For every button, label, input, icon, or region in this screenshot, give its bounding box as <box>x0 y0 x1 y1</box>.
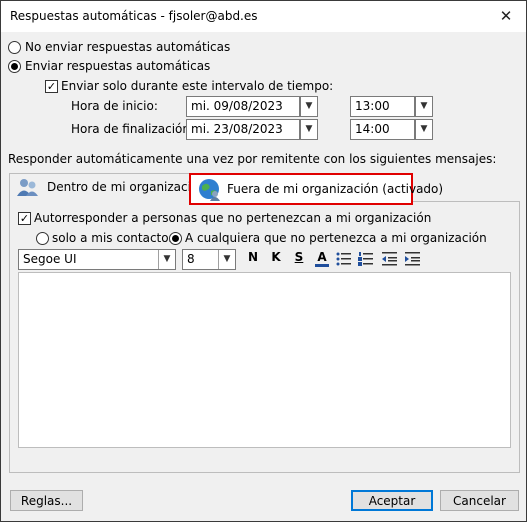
contacts-only-radio[interactable] <box>36 232 49 245</box>
increase-indent-icon[interactable] <box>404 251 421 267</box>
chevron-down-icon: ▼ <box>158 250 175 269</box>
title-bar: Respuestas automáticas - fjsoler@abd.es … <box>1 1 526 32</box>
bullet-list-icon[interactable] <box>336 251 352 267</box>
start-time-field[interactable]: 13:00 <box>350 96 415 117</box>
start-time-label: Hora de inicio: <box>71 99 158 113</box>
dialog-window: Respuestas automáticas - fjsoler@abd.es … <box>0 0 527 522</box>
italic-button[interactable]: K <box>270 250 282 264</box>
send-label[interactable]: Enviar respuestas automáticas <box>25 59 210 73</box>
section-label: Responder automáticamente una vez por re… <box>8 152 497 166</box>
start-date-dropdown[interactable]: ▼ <box>300 96 318 117</box>
interval-checkbox[interactable]: ✓ <box>45 80 58 93</box>
font-family-value: Segoe UI <box>23 252 77 266</box>
end-date-dropdown[interactable]: ▼ <box>300 119 318 140</box>
tab-inside-label: Dentro de mi organización <box>47 180 206 194</box>
tab-outside-label: Fuera de mi organización (activado) <box>227 182 444 196</box>
send-radio[interactable] <box>8 60 21 73</box>
chevron-down-icon: ▼ <box>218 250 235 269</box>
window-title: Respuestas automáticas - fjsoler@abd.es <box>10 9 258 23</box>
bold-button[interactable]: N <box>247 250 259 264</box>
rules-button[interactable]: Reglas... <box>10 490 83 511</box>
font-size-value: 8 <box>187 252 195 266</box>
end-time-label: Hora de finalización: <box>71 122 195 136</box>
globe-people-icon <box>199 179 220 201</box>
contacts-only-label[interactable]: solo a mis contactos <box>52 231 175 245</box>
underline-button[interactable]: S <box>293 250 305 264</box>
auto-reply-checkbox[interactable]: ✓ <box>18 212 31 225</box>
font-family-select[interactable]: Segoe UI ▼ <box>18 249 176 270</box>
decrease-indent-icon[interactable] <box>381 251 398 267</box>
anyone-label[interactable]: A cualquiera que no pertenezca a mi orga… <box>185 231 487 245</box>
tab-inside-organization[interactable]: Dentro de mi organización <box>9 173 206 202</box>
numbered-list-icon[interactable] <box>358 251 374 267</box>
end-date-field[interactable]: mi. 23/08/2023 <box>186 119 300 140</box>
font-size-select[interactable]: 8 ▼ <box>182 249 236 270</box>
interval-label[interactable]: Enviar solo durante este intervalo de ti… <box>61 79 333 93</box>
people-icon <box>17 179 38 196</box>
end-time-dropdown[interactable]: ▼ <box>415 119 433 140</box>
tab-outside-organization[interactable]: Fuera de mi organización (activado) <box>189 173 443 205</box>
start-time-dropdown[interactable]: ▼ <box>415 96 433 117</box>
end-time-field[interactable]: 14:00 <box>350 119 415 140</box>
end-time-value: 14:00 <box>355 122 390 136</box>
end-date-value: mi. 23/08/2023 <box>191 122 283 136</box>
message-editor[interactable] <box>18 272 511 448</box>
cancel-button[interactable]: Cancelar <box>440 490 519 511</box>
accept-button[interactable]: Aceptar <box>351 490 433 511</box>
anyone-radio[interactable] <box>169 232 182 245</box>
auto-reply-label[interactable]: Autorresponder a personas que no pertene… <box>34 211 431 225</box>
font-color-button[interactable]: A <box>315 250 329 267</box>
start-date-field[interactable]: mi. 09/08/2023 <box>186 96 300 117</box>
close-icon[interactable]: ✕ <box>491 3 521 29</box>
no-send-label[interactable]: No enviar respuestas automáticas <box>25 40 230 54</box>
start-time-value: 13:00 <box>355 99 390 113</box>
no-send-radio[interactable] <box>8 41 21 54</box>
start-date-value: mi. 09/08/2023 <box>191 99 283 113</box>
